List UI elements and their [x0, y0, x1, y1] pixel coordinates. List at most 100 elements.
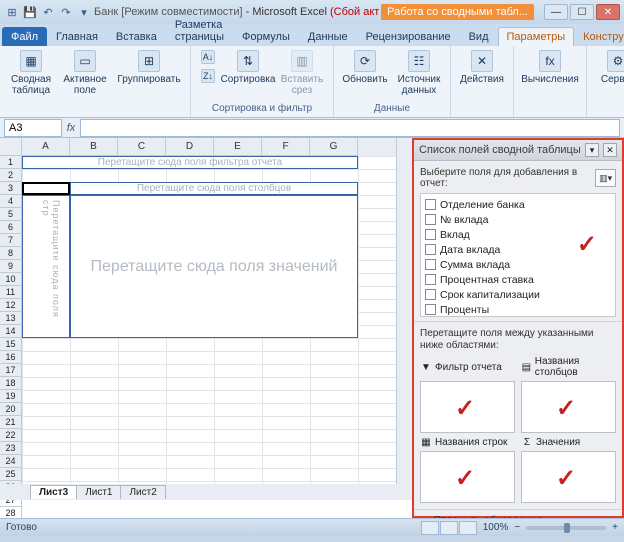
- tab-view[interactable]: Вид: [460, 27, 498, 46]
- row-header[interactable]: 24: [0, 455, 22, 468]
- row-header[interactable]: 7: [0, 234, 22, 247]
- save-icon[interactable]: 💾: [22, 4, 38, 20]
- row-header[interactable]: 21: [0, 416, 22, 429]
- column-header[interactable]: F: [262, 138, 310, 156]
- minimize-button[interactable]: —: [544, 4, 568, 20]
- zoom-out-button[interactable]: −: [514, 522, 520, 533]
- sheet-tab-list1[interactable]: Лист1: [76, 485, 121, 499]
- row-header[interactable]: 8: [0, 247, 22, 260]
- tools-button[interactable]: ⚙Сервис: [593, 48, 624, 87]
- tab-layout[interactable]: Разметка страницы: [166, 15, 233, 46]
- fields-list[interactable]: ✓ Отделение банка№ вкладаВкладДата вклад…: [420, 193, 616, 317]
- row-header[interactable]: 1: [0, 156, 22, 169]
- area-filter-box[interactable]: ✓: [420, 381, 515, 433]
- column-header[interactable]: G: [310, 138, 358, 156]
- row-header[interactable]: 14: [0, 325, 22, 338]
- column-header[interactable]: A: [22, 138, 70, 156]
- row-header[interactable]: 28: [0, 507, 22, 518]
- refresh-button[interactable]: ⟳Обновить: [340, 48, 390, 87]
- zoom-slider[interactable]: [526, 526, 606, 530]
- row-header[interactable]: 17: [0, 364, 22, 377]
- area-rows-box[interactable]: ✓: [420, 451, 515, 503]
- actions-button[interactable]: ✕Действия: [457, 48, 507, 87]
- zoom-thumb[interactable]: [564, 523, 570, 533]
- zoom-in-button[interactable]: +: [612, 522, 618, 533]
- field-item[interactable]: Сумма вклада: [425, 257, 611, 272]
- row-header[interactable]: 10: [0, 273, 22, 286]
- fx-icon[interactable]: fx: [62, 122, 80, 134]
- row-header[interactable]: 3: [0, 182, 22, 195]
- field-item[interactable]: Проценты: [425, 302, 611, 317]
- row-header[interactable]: 4: [0, 195, 22, 208]
- group-button[interactable]: ⊞Группировать: [114, 48, 184, 87]
- row-header[interactable]: 18: [0, 377, 22, 390]
- row-header[interactable]: 23: [0, 442, 22, 455]
- field-list-dropdown[interactable]: ▾: [585, 143, 599, 157]
- tab-insert[interactable]: Вставка: [107, 27, 166, 46]
- row-header[interactable]: 13: [0, 312, 22, 325]
- pivottable-button[interactable]: ▦Сводная таблица: [6, 48, 56, 98]
- column-header[interactable]: D: [166, 138, 214, 156]
- worksheet[interactable]: ABCDEFG 12345678910111213141516171819202…: [0, 138, 412, 518]
- data-source-button[interactable]: ☷Источник данных: [394, 48, 444, 98]
- pivot-columns-drop[interactable]: Перетащите сюда поля столбцов: [70, 182, 358, 195]
- insert-slicer-button[interactable]: ▥Вставить срез: [277, 48, 327, 98]
- tab-home[interactable]: Главная: [47, 27, 107, 46]
- area-columns-box[interactable]: ✓: [521, 381, 616, 433]
- view-pagebreak-button[interactable]: [459, 521, 477, 535]
- undo-icon[interactable]: ↶: [40, 4, 56, 20]
- row-header[interactable]: 15: [0, 338, 22, 351]
- field-item[interactable]: Отделение банка: [425, 197, 611, 212]
- column-header[interactable]: E: [214, 138, 262, 156]
- layout-button[interactable]: ▥▾: [595, 169, 616, 187]
- tab-data[interactable]: Данные: [299, 27, 357, 46]
- field-label: Процентная ставка: [440, 274, 534, 286]
- row-header[interactable]: 20: [0, 403, 22, 416]
- view-pagelayout-button[interactable]: [440, 521, 458, 535]
- row-header[interactable]: 9: [0, 260, 22, 273]
- refresh-icon: ⟳: [354, 50, 376, 72]
- row-header[interactable]: 11: [0, 286, 22, 299]
- field-list-close[interactable]: ✕: [603, 143, 617, 157]
- sort-asc-button[interactable]: A↓: [197, 48, 219, 66]
- field-list-prompt: Выберите поля для добавления в отчет:: [420, 167, 595, 189]
- name-box[interactable]: [4, 119, 62, 137]
- vertical-scrollbar[interactable]: [396, 138, 412, 484]
- column-header[interactable]: B: [70, 138, 118, 156]
- field-item[interactable]: № вклада: [425, 212, 611, 227]
- tab-review[interactable]: Рецензирование: [357, 27, 460, 46]
- active-field-button[interactable]: ▭Активное поле: [60, 48, 110, 98]
- pivot-rows-drop[interactable]: Перетащите сюда поля стр: [22, 195, 70, 338]
- tab-file[interactable]: Файл: [2, 27, 47, 46]
- formula-bar[interactable]: [80, 119, 620, 137]
- tab-design[interactable]: Конструктор: [574, 27, 624, 46]
- calculations-button[interactable]: fxВычисления: [520, 48, 580, 87]
- tab-parameters[interactable]: Параметры: [498, 27, 575, 46]
- area-values-box[interactable]: ✓: [521, 451, 616, 503]
- column-header[interactable]: C: [118, 138, 166, 156]
- tab-formulas[interactable]: Формулы: [233, 27, 299, 46]
- sort-button[interactable]: ⇅Сортировка: [223, 48, 273, 87]
- qat-more-icon[interactable]: ▾: [76, 4, 92, 20]
- row-header[interactable]: 19: [0, 390, 22, 403]
- select-all-corner[interactable]: [0, 138, 22, 156]
- view-normal-button[interactable]: [421, 521, 439, 535]
- row-header[interactable]: 22: [0, 429, 22, 442]
- row-header[interactable]: 5: [0, 208, 22, 221]
- sheet-tab-list3[interactable]: Лист3: [30, 485, 77, 499]
- sheet-tab-list2[interactable]: Лист2: [120, 485, 165, 499]
- redo-icon[interactable]: ↷: [58, 4, 74, 20]
- row-header[interactable]: 12: [0, 299, 22, 312]
- close-button[interactable]: ✕: [596, 4, 620, 20]
- sort-desc-button[interactable]: Z↓: [197, 67, 219, 85]
- row-header[interactable]: 16: [0, 351, 22, 364]
- row-header[interactable]: 6: [0, 221, 22, 234]
- maximize-button[interactable]: ☐: [570, 4, 594, 20]
- row-header[interactable]: 25: [0, 468, 22, 481]
- field-item[interactable]: Процентная ставка: [425, 272, 611, 287]
- row-header[interactable]: 2: [0, 169, 22, 182]
- active-cell[interactable]: [22, 182, 70, 195]
- pivot-values-drop[interactable]: Перетащите сюда поля значений: [70, 195, 358, 338]
- pivot-filter-drop[interactable]: Перетащите сюда поля фильтра отчета: [22, 156, 358, 169]
- field-item[interactable]: Срок капитализации: [425, 287, 611, 302]
